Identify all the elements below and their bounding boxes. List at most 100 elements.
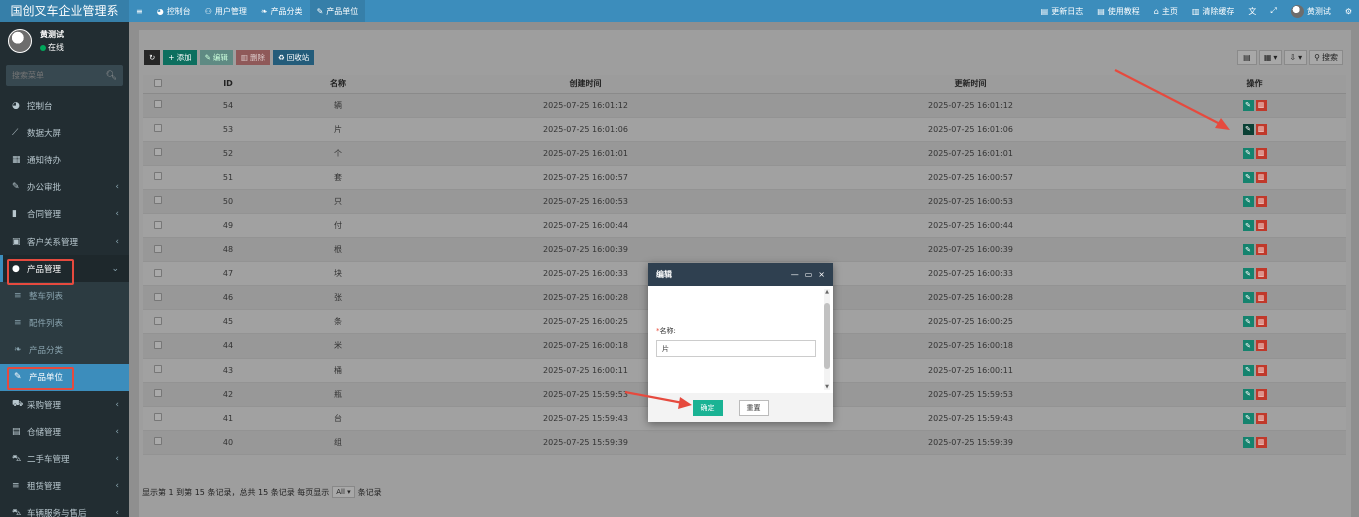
- settings-button[interactable]: ⚙: [1338, 0, 1359, 22]
- translate-button[interactable]: 文: [1241, 0, 1263, 22]
- row-checkbox[interactable]: [154, 292, 162, 301]
- delete-button[interactable]: ▥ 删除: [235, 50, 270, 65]
- row-edit-button[interactable]: ✎: [1242, 147, 1254, 159]
- home-link[interactable]: ⌂ 主页: [1147, 0, 1185, 22]
- fullscreen-button[interactable]: ⤢: [1263, 0, 1283, 22]
- row-delete-button[interactable]: ▥: [1255, 123, 1267, 135]
- row-checkbox[interactable]: [154, 268, 162, 277]
- row-checkbox[interactable]: [154, 172, 162, 181]
- row-delete-button[interactable]: ▥: [1255, 316, 1267, 328]
- sidebar-item-purchase[interactable]: ⛟ 采购管理 ‹: [0, 391, 129, 418]
- row-edit-button[interactable]: ✎: [1242, 268, 1254, 280]
- row-edit-button[interactable]: ✎: [1242, 292, 1254, 304]
- user-menu[interactable]: 黄测试: [1284, 0, 1338, 22]
- app-title[interactable]: 国创叉车企业管理系: [0, 0, 129, 22]
- sidebar-item-used-cars[interactable]: ⛍ 二手车管理 ‹: [0, 445, 129, 472]
- table-row[interactable]: 53 片 2025-07-25 16:01:06 2025-07-25 16:01:0…: [143, 117, 1346, 142]
- clear-cache-link[interactable]: ▥ 清除缓存: [1185, 0, 1242, 22]
- table-row[interactable]: 51 套 2025-07-25 16:00:57 2025-07-25 16:00:5…: [143, 165, 1346, 190]
- row-delete-button[interactable]: ▥: [1255, 171, 1267, 183]
- tab-dashboard[interactable]: ◕ 控制台: [150, 0, 198, 22]
- close-icon[interactable]: ×: [818, 270, 825, 279]
- sidebar-item-dashboard[interactable]: ◕ 控制台: [0, 92, 129, 119]
- sidebar-item-after-sales[interactable]: ⛍ 车辆服务与售后 ‹: [0, 500, 129, 517]
- sidebar-item-warehouse[interactable]: ▤ 仓储管理 ‹: [0, 418, 129, 445]
- row-delete-button[interactable]: ▥: [1255, 99, 1267, 111]
- row-edit-button[interactable]: ✎: [1242, 388, 1254, 400]
- row-delete-button[interactable]: ▥: [1255, 292, 1267, 304]
- row-delete-button[interactable]: ▥: [1255, 412, 1267, 424]
- tutorial-link[interactable]: ▤ 使用教程: [1090, 0, 1147, 22]
- table-row[interactable]: 52 个 2025-07-25 16:01:01 2025-07-25 16:01:0…: [143, 141, 1346, 166]
- row-checkbox[interactable]: [154, 389, 162, 398]
- sidebar-item-leasing[interactable]: ≡ 租赁管理 ‹: [0, 473, 129, 500]
- reset-button[interactable]: 重置: [738, 399, 769, 416]
- export-button[interactable]: ⇩ ▾: [1284, 50, 1308, 65]
- table-row[interactable]: 54 辆 2025-07-25 16:01:12 2025-07-25 16:01:1…: [143, 93, 1346, 118]
- row-checkbox[interactable]: [154, 124, 162, 133]
- scroll-up-icon[interactable]: ▲: [824, 289, 830, 295]
- refresh-button[interactable]: ↻: [144, 50, 161, 65]
- search-icon[interactable]: 🔍︎: [106, 71, 117, 81]
- row-edit-button[interactable]: ✎: [1242, 220, 1254, 232]
- row-checkbox[interactable]: [154, 220, 162, 229]
- row-delete-button[interactable]: ▥: [1255, 268, 1267, 280]
- sidebar-item-product-category[interactable]: ❧ 产品分类: [0, 336, 129, 364]
- column-header-id[interactable]: ID: [173, 75, 283, 94]
- row-delete-button[interactable]: ▥: [1255, 436, 1267, 448]
- changelog-link[interactable]: ▤ 更新日志: [1034, 0, 1091, 22]
- scroll-down-icon[interactable]: ▼: [824, 384, 830, 390]
- row-delete-button[interactable]: ▥: [1255, 220, 1267, 232]
- row-edit-button[interactable]: ✎: [1242, 244, 1254, 256]
- row-delete-button[interactable]: ▥: [1255, 244, 1267, 256]
- row-checkbox[interactable]: [154, 413, 162, 422]
- menu-toggle-button[interactable]: ≡: [129, 0, 150, 22]
- tab-product-category[interactable]: ❧ 产品分类: [254, 0, 310, 22]
- row-checkbox[interactable]: [154, 340, 162, 349]
- confirm-button[interactable]: 确定: [692, 399, 723, 416]
- row-delete-button[interactable]: ▥: [1255, 340, 1267, 352]
- sidebar-item-notifications[interactable]: ▦ 通知待办: [0, 146, 129, 173]
- scrollbar-thumb[interactable]: [824, 303, 830, 369]
- page-size-select[interactable]: All ▾: [332, 486, 355, 498]
- row-edit-button[interactable]: ✎: [1242, 123, 1254, 135]
- table-row[interactable]: 48 根 2025-07-25 16:00:39 2025-07-25 16:00:3…: [143, 237, 1346, 263]
- toggle-view-button[interactable]: ▤: [1236, 50, 1257, 65]
- menu-search-input[interactable]: [12, 71, 92, 80]
- column-header-created[interactable]: 创建时间: [393, 75, 778, 94]
- tab-product-unit[interactable]: ✎ 产品单位: [309, 0, 366, 22]
- column-header-name[interactable]: 名称: [283, 75, 393, 94]
- row-checkbox[interactable]: [154, 244, 162, 253]
- row-edit-button[interactable]: ✎: [1242, 340, 1254, 352]
- row-checkbox[interactable]: [154, 437, 162, 446]
- row-edit-button[interactable]: ✎: [1242, 99, 1254, 111]
- tab-user-management[interactable]: ⚇ 用户管理: [198, 0, 254, 22]
- row-edit-button[interactable]: ✎: [1242, 412, 1254, 424]
- name-field[interactable]: [656, 340, 816, 357]
- row-edit-button[interactable]: ✎: [1242, 195, 1254, 207]
- row-delete-button[interactable]: ▥: [1255, 364, 1267, 376]
- maximize-icon[interactable]: ▭: [805, 270, 813, 279]
- row-checkbox[interactable]: [154, 196, 162, 205]
- row-delete-button[interactable]: ▥: [1255, 195, 1267, 207]
- sidebar-item-vehicle-list[interactable]: ≡ 整车列表: [0, 282, 129, 310]
- search-button[interactable]: ⚲ 搜索: [1309, 50, 1343, 65]
- table-row[interactable]: 40 组 2025-07-25 15:59:39 2025-07-25 15:59:3…: [143, 430, 1346, 455]
- table-row[interactable]: 49 付 2025-07-25 16:00:44 2025-07-25 16:00:4…: [143, 213, 1346, 239]
- edit-button[interactable]: ✎ 编辑: [199, 50, 233, 65]
- minimize-icon[interactable]: —: [791, 270, 799, 279]
- row-edit-button[interactable]: ✎: [1242, 364, 1254, 376]
- recycle-bin-button[interactable]: ♻ 回收站: [272, 50, 315, 65]
- add-button[interactable]: + 添加: [163, 50, 197, 65]
- row-delete-button[interactable]: ▥: [1255, 388, 1267, 400]
- sidebar-item-contracts[interactable]: ▮ 合同管理 ‹: [0, 201, 129, 228]
- row-checkbox[interactable]: [154, 148, 162, 157]
- columns-button[interactable]: ▦ ▾: [1258, 50, 1283, 65]
- row-checkbox[interactable]: [154, 365, 162, 374]
- row-edit-button[interactable]: ✎: [1242, 316, 1254, 328]
- select-all-checkbox[interactable]: [154, 78, 162, 87]
- row-edit-button[interactable]: ✎: [1242, 171, 1254, 183]
- row-delete-button[interactable]: ▥: [1255, 147, 1267, 159]
- sidebar-item-parts-list[interactable]: ≡ 配件列表: [0, 309, 129, 337]
- table-row[interactable]: 50 只 2025-07-25 16:00:53 2025-07-25 16:00:5…: [143, 189, 1346, 214]
